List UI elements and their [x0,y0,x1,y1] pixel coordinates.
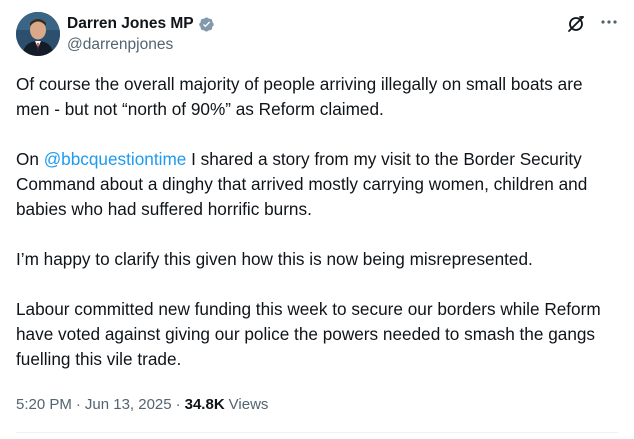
tweet-header: Darren Jones MP @darrenpjones [16,12,618,60]
avatar[interactable] [16,12,60,56]
verified-badge-icon [198,16,215,33]
post-time[interactable]: 5:20 PM [16,396,72,413]
tweet-meta: 5:20 PM · Jun 13, 2025 · 34.8K Views [16,396,268,413]
mention-link[interactable]: @bbcquestiontime [44,149,187,169]
grok-icon[interactable] [566,14,586,34]
tweet-paragraph-3: I’m happy to clarify this given how this… [16,249,533,269]
more-horizontal-icon[interactable] [600,13,618,31]
views-count: 34.8K [184,396,225,413]
header-actions [566,14,618,34]
post-date[interactable]: Jun 13, 2025 [85,396,172,413]
tweet-card: Darren Jones MP @darrenpjones Of course … [0,0,634,439]
author-names: Darren Jones MP @darrenpjones [67,14,215,54]
tweet-text: Of course the overall majority of people… [16,72,616,397]
tweet-paragraph-1: Of course the overall majority of people… [16,74,583,119]
author-display-name[interactable]: Darren Jones MP [67,15,194,33]
author-handle[interactable]: @darrenpjones [67,36,215,54]
tweet-paragraph-4: Labour committed new funding this week t… [16,299,601,369]
views-label: Views [228,396,269,413]
paragraph-2-prefix: On [16,149,44,169]
tweet-paragraph-2: On @bbcquestiontime I shared a story fro… [16,147,616,222]
separator-dot: · [175,396,181,413]
divider [16,432,618,433]
separator-dot: · [75,396,81,413]
